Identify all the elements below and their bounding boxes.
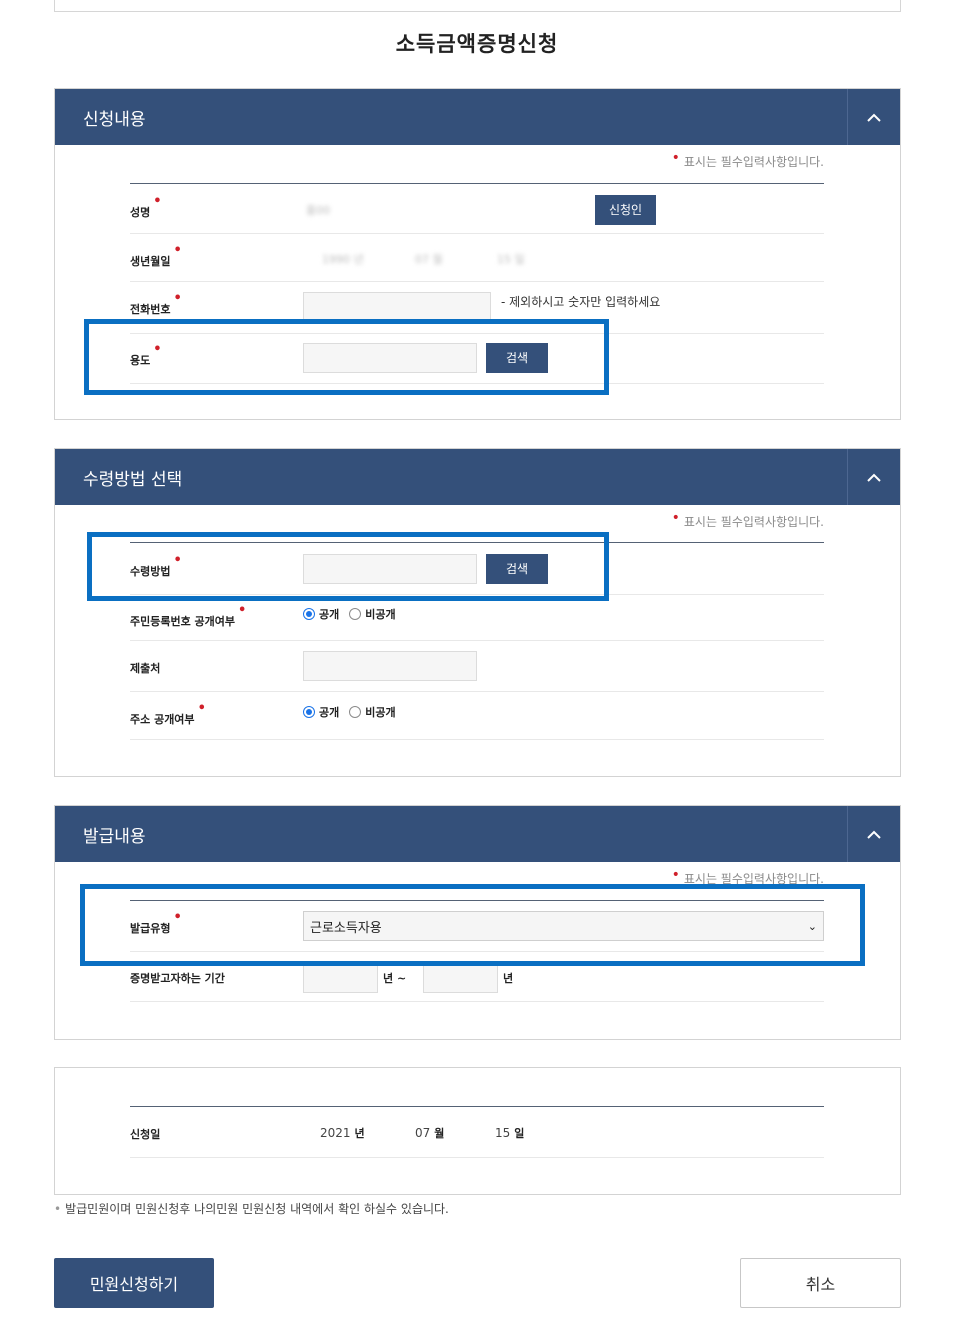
period-label: 증명받고자하는 기간 bbox=[130, 972, 225, 985]
application-panel-title: 신청내용 bbox=[83, 109, 146, 130]
submit-to-row: 제출처 bbox=[130, 641, 824, 692]
period-to-input[interactable] bbox=[423, 963, 498, 993]
application-panel-header: 신청내용 bbox=[55, 89, 900, 145]
rrn-private-option[interactable]: 비공개 bbox=[349, 606, 396, 622]
birth-row: 생년월일 • 1990 년 07 월 15 일 bbox=[130, 234, 824, 282]
radio-selected-icon bbox=[303, 608, 315, 620]
birth-label: 생년월일 • bbox=[130, 243, 182, 268]
apply-date-day: 15 일 bbox=[495, 1126, 525, 1140]
rrn-label: 주민등록번호 공개여부 • bbox=[130, 603, 247, 628]
address-private-option[interactable]: 비공개 bbox=[349, 704, 396, 720]
method-highlight-box bbox=[87, 532, 609, 601]
radio-unselected-icon bbox=[349, 706, 362, 718]
receipt-panel: 수령방법 선택 • 표시는 필수입력사항입니다. 수령방법 • 검색 주민등록번호 … bbox=[54, 448, 901, 777]
address-public-option[interactable]: 공개 bbox=[303, 704, 339, 720]
chevron-up-icon bbox=[867, 473, 881, 482]
name-label: 성명 • bbox=[130, 194, 162, 219]
receipt-collapse-button[interactable] bbox=[847, 449, 900, 505]
apply-date-label: 신청일 bbox=[130, 1128, 161, 1141]
issue-type-highlight-box bbox=[80, 884, 865, 966]
footnote: • 발급민원이며 민원신청후 나의민원 민원신청 내역에서 확인 하실수 있습니다… bbox=[54, 1202, 449, 1216]
applicant-button[interactable]: 신청인 bbox=[595, 195, 656, 225]
receipt-panel-header: 수령방법 선택 bbox=[55, 449, 900, 505]
top-container-edge bbox=[54, 0, 901, 12]
name-row: 성명 • 홍00 신청인 bbox=[130, 184, 824, 234]
apply-date-year: 2021 년 bbox=[320, 1126, 365, 1140]
purpose-highlight-box bbox=[84, 319, 609, 395]
radio-unselected-icon bbox=[349, 608, 362, 620]
submit-application-button[interactable]: 민원신청하기 bbox=[54, 1258, 214, 1308]
issuance-collapse-button[interactable] bbox=[847, 806, 900, 862]
birth-day: 15 일 bbox=[497, 253, 525, 266]
birth-year: 1990 년 bbox=[322, 253, 364, 266]
issuance-panel-header: 발급내용 bbox=[55, 806, 900, 862]
rrn-public-option[interactable]: 공개 bbox=[303, 606, 339, 622]
phone-label: 전화번호 • bbox=[130, 291, 182, 316]
rrn-radio-group: 공개 비공개 bbox=[303, 606, 406, 622]
chevron-up-icon bbox=[867, 830, 881, 839]
required-note: • 표시는 필수입력사항입니다. bbox=[671, 150, 824, 169]
address-radio-group: 공개 비공개 bbox=[303, 704, 406, 720]
required-note: • 표시는 필수입력사항입니다. bbox=[671, 510, 824, 529]
receipt-panel-title: 수령방법 선택 bbox=[83, 469, 183, 490]
name-value: 홍00 bbox=[306, 204, 331, 217]
apply-date-row: 신청일 2021 년 07 월 15 일 bbox=[130, 1107, 824, 1158]
date-panel: 신청일 2021 년 07 월 15 일 bbox=[54, 1067, 901, 1195]
period-from-unit: 년 ~ bbox=[383, 972, 407, 985]
rrn-row: 주민등록번호 공개여부 • 공개 비공개 bbox=[130, 595, 824, 641]
chevron-up-icon bbox=[867, 113, 881, 122]
birth-month: 07 월 bbox=[415, 253, 443, 266]
submit-to-label: 제출처 bbox=[130, 662, 161, 675]
period-from-input[interactable] bbox=[303, 963, 378, 993]
phone-input[interactable] bbox=[303, 292, 491, 322]
page-title: 소득금액증명신청 bbox=[395, 32, 559, 56]
period-to-unit: 년 bbox=[503, 972, 514, 985]
submit-to-input[interactable] bbox=[303, 651, 477, 681]
cancel-button[interactable]: 취소 bbox=[740, 1258, 901, 1308]
application-collapse-button[interactable] bbox=[847, 89, 900, 145]
apply-date-month: 07 월 bbox=[415, 1126, 445, 1140]
phone-hint: - 제외하시고 숫자만 입력하세요 bbox=[501, 295, 661, 309]
date-form: 신청일 2021 년 07 월 15 일 bbox=[130, 1106, 824, 1158]
address-label: 주소 공개여부 • bbox=[130, 701, 206, 726]
address-row: 주소 공개여부 • 공개 비공개 bbox=[130, 692, 824, 740]
issuance-panel-title: 발급내용 bbox=[83, 826, 146, 847]
radio-selected-icon bbox=[303, 706, 315, 718]
